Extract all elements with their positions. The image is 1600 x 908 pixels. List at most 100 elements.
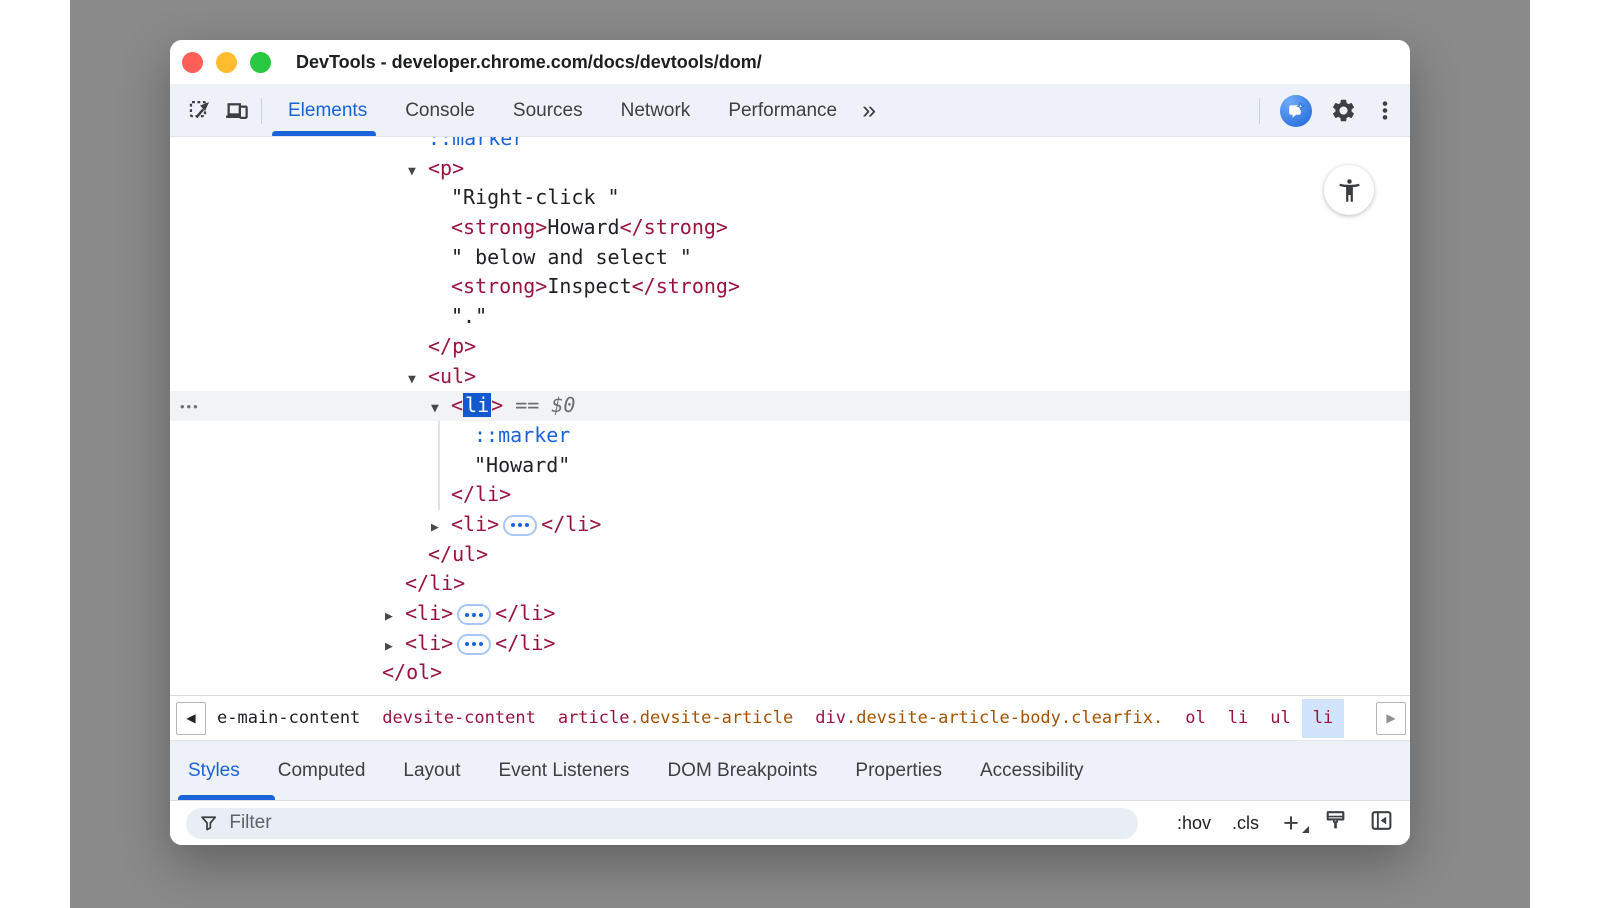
tab-sources[interactable]: Sources: [494, 85, 602, 136]
tab-dom-breakpoints[interactable]: DOM Breakpoints: [648, 741, 836, 800]
dom-tree-row[interactable]: </p>: [170, 332, 1410, 362]
device-toolbar-icon[interactable]: [218, 93, 254, 129]
expand-arrow-icon[interactable]: ▼: [431, 394, 451, 424]
dom-tree-row[interactable]: ::marker: [170, 137, 1410, 154]
crumb-part: ol: [1185, 708, 1205, 728]
dom-node-segment: "Howard": [474, 453, 570, 477]
collapsed-content-ellipsis[interactable]: [457, 634, 491, 655]
breadcrumb-item[interactable]: e-main-content: [206, 699, 371, 738]
crumb-part: .devsite-article-body.clearfix.: [846, 708, 1163, 728]
breadcrumb-item[interactable]: li: [1217, 699, 1259, 738]
dom-node-segment: Inspect: [547, 274, 631, 298]
dom-node-segment: </ol>: [382, 660, 442, 684]
crumb-part: li: [1228, 708, 1248, 728]
dom-node-segment: "Right-click ": [451, 185, 620, 209]
devtools-toolbar: ElementsConsoleSourcesNetworkPerformance…: [170, 85, 1410, 137]
dom-tree-row[interactable]: </li>: [170, 569, 1410, 599]
crumb-part: ul: [1270, 708, 1290, 728]
accessibility-floating-button[interactable]: [1324, 165, 1374, 215]
settings-gear-icon[interactable]: [1325, 93, 1361, 129]
maximize-window-button[interactable]: [250, 52, 271, 73]
tab-layout[interactable]: Layout: [384, 741, 479, 800]
toolbar-right-group: [1252, 93, 1410, 129]
collapsed-content-ellipsis[interactable]: [503, 515, 537, 536]
breadcrumb-item[interactable]: li: [1302, 699, 1344, 738]
filter-input-pill[interactable]: [186, 808, 1138, 839]
dom-node-segment: Howard: [547, 215, 619, 239]
dom-tree-row[interactable]: ".": [170, 302, 1410, 332]
toggle-hover-state-button[interactable]: :hov: [1177, 813, 1211, 834]
expand-arrow-icon[interactable]: ▶: [431, 513, 451, 543]
tab-performance[interactable]: Performance: [709, 85, 856, 136]
breadcrumb-scroll-left-icon[interactable]: ◀: [176, 702, 206, 735]
tab-elements[interactable]: Elements: [269, 85, 386, 136]
toggle-sidebar-panel-icon[interactable]: [1369, 808, 1394, 838]
tab-styles[interactable]: Styles: [188, 741, 259, 800]
breadcrumb-item[interactable]: ul: [1259, 699, 1301, 738]
collapsed-content-ellipsis[interactable]: [457, 604, 491, 625]
dom-tree-row[interactable]: ::marker: [170, 421, 1410, 451]
dom-tree-row[interactable]: " below and select ": [170, 243, 1410, 273]
tab-properties[interactable]: Properties: [836, 741, 961, 800]
dom-node-segment: <strong>: [451, 215, 547, 239]
more-tabs-icon[interactable]: »: [862, 96, 874, 125]
rendering-brush-icon[interactable]: [1323, 808, 1348, 838]
dom-node-segment: </li>: [451, 482, 511, 506]
dom-node-segment: <li>: [405, 601, 453, 625]
dom-tree-row[interactable]: </ol>: [170, 658, 1410, 688]
new-style-rule-button[interactable]: +: [1280, 814, 1302, 832]
breadcrumbs: e-main-contentdevsite-contentarticle.dev…: [206, 699, 1376, 738]
dom-tree-row[interactable]: <strong>Howard</strong>: [170, 213, 1410, 243]
tab-accessibility[interactable]: Accessibility: [961, 741, 1102, 800]
styles-filter-bar: :hov .cls +: [170, 800, 1410, 845]
expand-arrow-icon[interactable]: ▼: [408, 365, 428, 395]
elements-dom-panel: ::marker▼<p>"Right-click "<strong>Howard…: [170, 137, 1410, 695]
expand-arrow-icon[interactable]: ▼: [408, 157, 428, 187]
dom-tree-row[interactable]: <strong>Inspect</strong>: [170, 272, 1410, 302]
crumb-part: .devsite-article: [629, 708, 793, 728]
tab-console[interactable]: Console: [386, 85, 494, 136]
filter-input[interactable]: [229, 812, 1125, 834]
ai-assistance-icon[interactable]: [1280, 95, 1312, 127]
breadcrumb-scroll-right-icon[interactable]: ▶: [1376, 702, 1406, 735]
dom-tree-row[interactable]: ▶<li></li>: [170, 629, 1410, 659]
expand-arrow-icon[interactable]: ▶: [385, 602, 405, 632]
breadcrumb-item[interactable]: div.devsite-article-body.clearfix.: [804, 699, 1174, 738]
breadcrumb-item[interactable]: devsite-content: [371, 699, 547, 738]
dom-tree-row[interactable]: "Howard": [170, 451, 1410, 481]
breadcrumb-item[interactable]: ol: [1174, 699, 1216, 738]
tab-event-listeners[interactable]: Event Listeners: [479, 741, 648, 800]
inspect-element-icon[interactable]: [182, 93, 218, 129]
minimize-window-button[interactable]: [216, 52, 237, 73]
window-titlebar: DevTools - developer.chrome.com/docs/dev…: [170, 40, 1410, 85]
dom-node-segment: ==: [503, 393, 551, 417]
crumb-part: div: [815, 708, 846, 728]
dom-node-segment: </strong>: [620, 215, 728, 239]
more-options-kebab-icon[interactable]: [1374, 93, 1396, 129]
more-actions-icon[interactable]: •••: [180, 392, 200, 422]
toggle-class-button[interactable]: .cls: [1232, 813, 1259, 834]
dom-tree-row[interactable]: ▼<ul>: [170, 362, 1410, 392]
filter-bar-controls: :hov .cls +: [1177, 808, 1394, 838]
dom-node-segment: ".": [451, 304, 487, 328]
dom-tree-row[interactable]: ▶<li></li>: [170, 599, 1410, 629]
dom-tree-row[interactable]: </ul>: [170, 540, 1410, 570]
tab-computed[interactable]: Computed: [259, 741, 385, 800]
dom-tree-row[interactable]: •••▼<li> == $0: [170, 391, 1410, 421]
expand-arrow-icon[interactable]: ▶: [385, 632, 405, 662]
crumb-part: article: [558, 708, 630, 728]
dom-tree-row[interactable]: "Right-click ": [170, 183, 1410, 213]
breadcrumb-item[interactable]: article.devsite-article: [547, 699, 804, 738]
dom-node-segment: ::marker: [428, 137, 524, 150]
tab-network[interactable]: Network: [602, 85, 710, 136]
dom-node-segment: li: [463, 393, 491, 417]
crumb-part: e-main-content: [217, 708, 360, 728]
dom-tree-row[interactable]: </li>: [170, 480, 1410, 510]
crumb-part: devsite-content: [382, 708, 536, 728]
dom-node-segment: </ul>: [428, 542, 488, 566]
dom-node-segment: <li>: [405, 631, 453, 655]
dom-tree-row[interactable]: ▼<p>: [170, 154, 1410, 184]
close-window-button[interactable]: [182, 52, 203, 73]
dom-node-segment: >: [491, 393, 503, 417]
dom-tree-row[interactable]: ▶<li></li>: [170, 510, 1410, 540]
